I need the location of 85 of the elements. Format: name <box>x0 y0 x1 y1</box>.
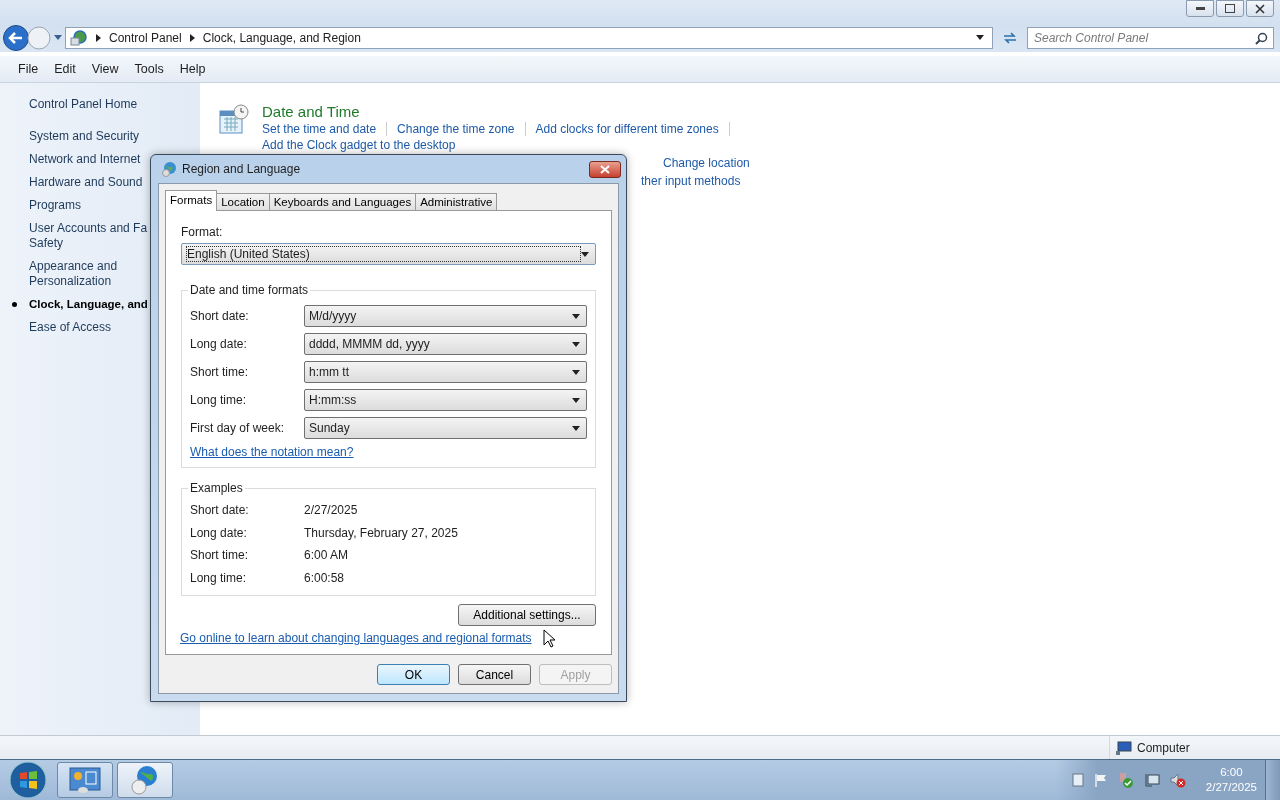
taskbar-button[interactable] <box>117 762 173 798</box>
field-label: Long time: <box>190 393 248 407</box>
field-label: Long date: <box>190 337 248 351</box>
dialog-title: Region and Language <box>182 162 301 176</box>
help-link[interactable]: Go online to learn about changing languages and regional formats <box>180 631 532 645</box>
sidebar-link[interactable]: Control Panel Home <box>29 97 200 111</box>
section-title[interactable]: Date and Time <box>262 103 782 120</box>
close-button[interactable] <box>589 160 621 178</box>
minimize-button[interactable] <box>1186 0 1214 17</box>
task-link[interactable]: Add clocks for different time zones <box>535 122 730 136</box>
caret-icon <box>572 313 580 319</box>
menu-item[interactable]: Edit <box>48 60 82 78</box>
example-label: Short date: <box>190 503 250 518</box>
group-title: Examples <box>188 481 245 495</box>
flag-icon[interactable] <box>1093 773 1108 787</box>
dialog-button[interactable]: Cancel <box>458 664 531 685</box>
menu-item[interactable]: Help <box>173 60 212 78</box>
menu-item[interactable]: Tools <box>128 60 170 78</box>
tab[interactable]: Administrative <box>415 193 498 210</box>
example-value: Thursday, February 27, 2025 <box>304 525 458 540</box>
restore-button[interactable] <box>1216 0 1244 17</box>
muted-speaker-icon[interactable] <box>1169 772 1186 788</box>
caret-icon <box>572 397 580 403</box>
caret-icon <box>572 369 580 375</box>
caret-icon <box>581 251 589 257</box>
dropdown[interactable]: Sunday <box>304 417 587 439</box>
close-icon <box>600 164 610 174</box>
field-label: Short date: <box>190 309 250 323</box>
refresh-icon[interactable] <box>1002 31 1018 45</box>
shield-icon[interactable] <box>1117 772 1134 788</box>
taskbar-button[interactable] <box>57 762 113 798</box>
example-label: Short time: <box>190 548 250 563</box>
additional-settings-button[interactable]: Additional settings... <box>458 604 596 626</box>
task-link[interactable]: Change the time zone <box>397 122 526 136</box>
chevron-icon <box>96 34 101 42</box>
example-value: 6:00 AM <box>304 548 349 563</box>
tab[interactable]: Location <box>216 193 270 210</box>
document-icon[interactable] <box>1071 773 1084 787</box>
control-panel-icon <box>70 30 88 46</box>
field-label: Format: <box>181 225 224 239</box>
task-link[interactable]: Change location <box>663 156 750 170</box>
calendar-clock-icon <box>218 103 250 135</box>
example-value: 6:00:58 <box>304 570 345 585</box>
help-link[interactable]: What does the notation mean? <box>190 445 354 459</box>
start-button[interactable] <box>8 760 48 800</box>
dropdown[interactable]: H:mm:ss <box>304 389 587 411</box>
dropdown[interactable]: h:mm tt <box>304 361 587 383</box>
status-text: Computer <box>1137 740 1190 755</box>
history-dropdown-icon[interactable] <box>54 35 62 41</box>
example-label: Long date: <box>190 525 248 540</box>
field-label: First day of week: <box>190 421 286 435</box>
tab[interactable]: Keyboards and Languages <box>268 193 417 210</box>
sidebar-link[interactable]: System and Security <box>29 129 200 144</box>
menu-item[interactable]: File <box>12 60 45 78</box>
control-panel-icon <box>68 765 102 795</box>
example-label: Long time: <box>190 570 248 585</box>
search-icon <box>1255 32 1268 45</box>
back-button[interactable] <box>2 24 30 52</box>
group-title: Date and time formats <box>188 283 311 297</box>
breadcrumb[interactable]: Clock, Language, and Region <box>202 31 361 45</box>
address-bar[interactable]: Control Panel Clock, Language, and Region <box>65 27 993 49</box>
task-link[interactable]: Set the time and date <box>262 122 388 136</box>
example-value: 2/27/2025 <box>304 503 358 518</box>
chevron-icon <box>189 34 195 42</box>
close-button[interactable] <box>1246 0 1274 17</box>
caret-icon <box>572 425 580 431</box>
task-link[interactable]: ther input methods <box>641 174 741 188</box>
field-label: Short time: <box>190 365 250 379</box>
tab[interactable]: Formats <box>165 190 218 211</box>
format-dropdown[interactable]: English (United States) <box>181 243 596 265</box>
close-icon <box>1255 3 1265 14</box>
task-link[interactable]: Add the Clock gadget to the desktop <box>262 138 466 152</box>
dialog-button[interactable]: OK <box>377 664 450 685</box>
caret-icon <box>572 341 580 347</box>
dropdown[interactable]: dddd, MMMM dd, yyyy <box>304 333 587 355</box>
menu-item[interactable]: View <box>85 60 125 78</box>
show-desktop-button[interactable] <box>1265 760 1280 800</box>
dropdown[interactable]: M/d/yyyy <box>304 305 587 327</box>
network-icon[interactable] <box>1143 772 1160 788</box>
mouse-cursor-icon <box>543 629 555 648</box>
dropdown-icon[interactable] <box>976 35 984 41</box>
computer-icon <box>1116 740 1132 755</box>
globe-icon <box>161 161 177 177</box>
breadcrumb[interactable]: Control Panel <box>109 31 182 45</box>
search-field[interactable]: Search Control Panel <box>1027 27 1274 49</box>
